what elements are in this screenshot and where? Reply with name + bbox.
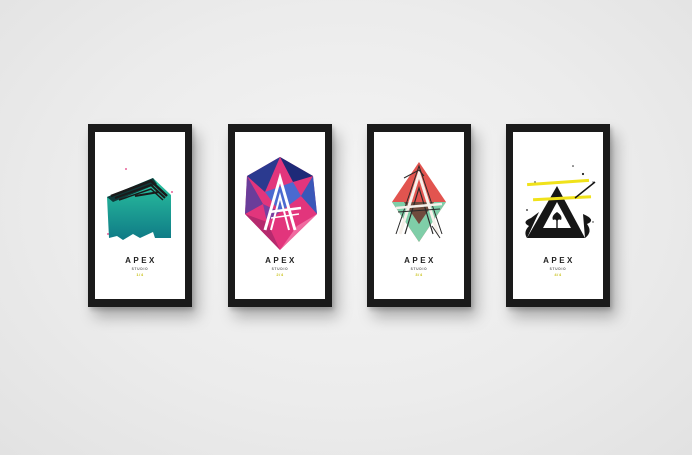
poster-2: APEX STUDIO 2/4 — [235, 132, 325, 299]
poster-number: 3/4 — [415, 272, 423, 277]
poster-4: APEX STUDIO 4/4 — [513, 132, 603, 299]
poster-frame-4: APEX STUDIO 4/4 — [506, 124, 610, 307]
poster-frame-2: APEX STUDIO 2/4 — [228, 124, 332, 307]
poster-brand-label: APEX — [125, 256, 157, 265]
poster-sub-label: STUDIO — [271, 267, 289, 271]
poster-frame-3: APEX STUDIO 3/4 — [367, 124, 471, 307]
poster-frame-1: APEX STUDIO 1/4 — [88, 124, 192, 307]
poster-number: 4/4 — [554, 272, 562, 277]
ink-splatter-triangle-tree-icon — [525, 165, 596, 238]
poster-brand-label: APEX — [265, 256, 297, 265]
poster-brand-label: APEX — [404, 256, 436, 265]
teal-gradient-folded-letter-a-icon — [107, 168, 173, 240]
poster-1: APEX STUDIO 1/4 — [95, 132, 185, 299]
poster-sub-label: STUDIO — [410, 267, 428, 271]
poster-sub-label: STUDIO — [549, 267, 567, 271]
wall-background: APEX STUDIO 1/4 APEX STUDIO 2/4 APEX STU… — [0, 0, 692, 455]
poster-3: APEX STUDIO 3/4 — [374, 132, 464, 299]
poster-number: 1/4 — [136, 272, 144, 277]
poster-sub-label: STUDIO — [131, 267, 149, 271]
red-green-diamond-letter-a-icon — [392, 162, 446, 242]
faceted-crystal-letter-a-icon — [245, 157, 317, 250]
poster-number: 2/4 — [276, 272, 284, 277]
poster-brand-label: APEX — [543, 256, 575, 265]
